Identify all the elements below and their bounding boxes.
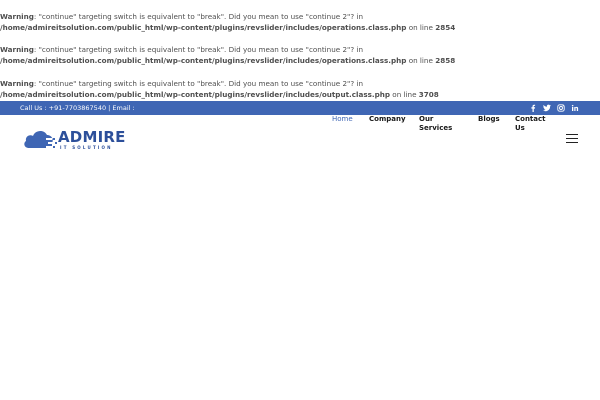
nav-company[interactable]: Company (369, 115, 406, 124)
instagram-icon[interactable] (556, 103, 566, 113)
warning-path: /home/admireitsolution.com/public_html/w… (0, 56, 407, 65)
warning-line-number: 2854 (435, 23, 456, 32)
warning-message: : "continue" targeting switch is equival… (33, 12, 364, 21)
warning-message: : "continue" targeting switch is equival… (33, 45, 364, 54)
logo-wordmark: ADMIRE (58, 128, 126, 146)
warning-line-number: 3708 (418, 90, 439, 99)
php-warning-1: Warning: "continue" targeting switch is … (0, 11, 470, 33)
warning-label: Warning (0, 12, 34, 21)
warning-on-line: on line (406, 56, 436, 65)
warning-message: : "continue" targeting switch is equival… (33, 79, 364, 88)
warning-label: Warning (0, 79, 34, 88)
warning-path: /home/admireitsolution.com/public_html/w… (0, 23, 407, 32)
php-warning-2: Warning: "continue" targeting switch is … (0, 44, 470, 66)
cloud-logo-icon (24, 130, 57, 148)
warning-line-number: 2858 (435, 56, 456, 65)
top-contact-bar: Call Us : +91-7703867540 | Email : (0, 101, 600, 115)
contact-info: Call Us : +91-7703867540 | Email : (20, 104, 135, 112)
facebook-icon[interactable] (528, 103, 538, 113)
nav-contact-us[interactable]: Contact Us (515, 115, 546, 133)
warning-label: Warning (0, 45, 34, 54)
warning-path: /home/admireitsolution.com/public_html/w… (0, 90, 391, 99)
warning-on-line: on line (406, 23, 436, 32)
hamburger-icon[interactable] (566, 134, 578, 144)
logo-tagline: IT SOLUTION (60, 145, 113, 150)
php-warning-3: Warning: "continue" targeting switch is … (0, 78, 470, 100)
nav-our-services[interactable]: Our Services (419, 115, 452, 133)
twitter-icon[interactable] (542, 103, 552, 113)
linkedin-icon[interactable] (570, 103, 580, 113)
nav-home[interactable]: Home (332, 115, 368, 124)
warning-on-line: on line (390, 90, 419, 99)
site-logo[interactable]: ADMIRE IT SOLUTION (22, 126, 125, 152)
nav-blogs[interactable]: Blogs (478, 115, 514, 124)
